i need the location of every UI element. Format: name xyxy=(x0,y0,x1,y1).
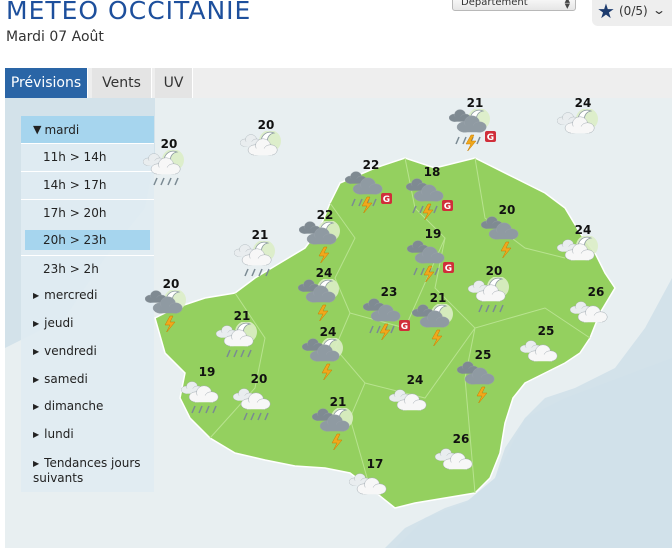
forecast-marker[interactable]: 20 xyxy=(139,137,199,193)
triangle-right-icon: ▶ xyxy=(33,319,40,328)
day-label: samedi xyxy=(44,372,88,386)
day-label: lundi xyxy=(44,427,74,441)
triangle-right-icon: ▶ xyxy=(33,291,40,300)
forecast-marker[interactable]: 22 xyxy=(295,208,355,264)
temperature-label: 21 xyxy=(429,291,447,305)
day-tab-dimanche[interactable]: ▶ dimanche xyxy=(21,399,154,413)
day-tab-lundi[interactable]: ▶ lundi xyxy=(21,427,154,441)
triangle-down-icon: ▼ xyxy=(33,123,42,136)
temperature-label: 17 xyxy=(366,457,384,471)
page-title: METEO OCCITANIE xyxy=(6,0,252,25)
tab-bar: Prévisions Vents UV xyxy=(5,68,672,98)
temperature-label: 20 xyxy=(162,277,180,291)
svg-text:G: G xyxy=(445,264,452,274)
forecast-marker[interactable]: 21 xyxy=(308,395,368,451)
day-label: jeudi xyxy=(44,316,74,330)
page: METEO OCCITANIE Mardi 07 Août Départemen… xyxy=(0,0,672,548)
triangle-right-icon: ▶ xyxy=(33,459,40,468)
forecast-marker[interactable]: 24 xyxy=(298,325,358,381)
forecast-marker[interactable]: 21 xyxy=(408,291,468,347)
temperature-label: 20 xyxy=(498,203,516,217)
day-label: dimanche xyxy=(44,399,104,413)
temperature-label: 24 xyxy=(406,373,424,387)
day-selector-panel: ▼ mardi 11h > 14h 14h > 17h 17h > 20h 20h… xyxy=(21,116,154,492)
temperature-label: 20 xyxy=(485,264,503,278)
triangle-right-icon: ▶ xyxy=(33,402,40,411)
day-label: mardi xyxy=(44,123,80,137)
forecast-date: Mardi 07 Août xyxy=(6,29,104,45)
triangle-right-icon: ▶ xyxy=(33,375,40,384)
forecast-marker[interactable]: 25 xyxy=(453,348,513,404)
svg-text:G: G xyxy=(487,133,494,143)
slot-17h-20h[interactable]: 17h > 20h xyxy=(21,199,154,226)
forecast-marker[interactable]: 18 G xyxy=(402,165,462,221)
forecast-marker[interactable]: 24 xyxy=(385,373,445,429)
forecast-marker[interactable]: 26 xyxy=(431,432,491,488)
temperature-label: 25 xyxy=(474,348,492,362)
temperature-label: 21 xyxy=(466,96,484,110)
tab-uv[interactable]: UV xyxy=(155,68,193,98)
temperature-label: 21 xyxy=(251,228,269,242)
slot-20h-23h[interactable]: 20h > 23h xyxy=(25,230,150,250)
day-tab-vendredi[interactable]: ▶ vendredi xyxy=(21,344,154,358)
svg-text:G: G xyxy=(383,195,390,205)
temperature-label: 24 xyxy=(315,266,333,280)
temperature-label: 22 xyxy=(362,158,380,172)
forecast-marker[interactable]: 24 xyxy=(294,266,354,322)
temperature-label: 24 xyxy=(574,96,592,110)
favorites-count: (0/5) xyxy=(619,4,648,18)
temperature-label: 21 xyxy=(329,395,347,409)
forecast-marker[interactable]: 20 xyxy=(464,264,524,320)
temperature-label: 25 xyxy=(537,324,555,338)
temperature-label: 24 xyxy=(574,223,592,237)
temperature-label: 22 xyxy=(316,208,334,222)
slot-23h-2h[interactable]: 23h > 2h xyxy=(21,255,154,282)
tab-previsions[interactable]: Prévisions xyxy=(5,68,88,98)
forecast-marker[interactable]: 25 xyxy=(516,324,576,380)
temperature-label: 21 xyxy=(233,309,251,323)
forecast-marker[interactable]: 24 xyxy=(553,223,613,279)
day-tab-samedi[interactable]: ▶ samedi xyxy=(21,372,154,386)
day-tab-jeudi[interactable]: ▶ jeudi xyxy=(21,316,154,330)
triangle-right-icon: ▶ xyxy=(33,430,40,439)
day-label: mercredi xyxy=(44,288,98,302)
temperature-label: 24 xyxy=(319,325,337,339)
select-arrows-icon: ▲ ▼ xyxy=(564,0,570,10)
slot-11h-14h[interactable]: 11h > 14h xyxy=(21,143,154,170)
forecast-marker[interactable]: 21 xyxy=(230,228,290,284)
day-tab-mercredi[interactable]: ▶ mercredi xyxy=(21,288,154,302)
star-icon[interactable]: ★ xyxy=(597,0,615,23)
tab-vents[interactable]: Vents xyxy=(92,68,152,98)
temperature-label: 18 xyxy=(423,165,441,179)
day-label: Tendances jours suivants xyxy=(33,456,141,485)
forecast-marker[interactable]: 20 xyxy=(236,118,296,174)
slot-14h-17h[interactable]: 14h > 17h xyxy=(21,171,154,198)
department-select[interactable]: Département ▲ ▼ xyxy=(452,0,576,11)
triangle-right-icon: ▶ xyxy=(33,347,40,356)
chevron-down-icon[interactable]: ⌄ xyxy=(652,3,666,17)
forecast-marker[interactable]: 22 G xyxy=(341,158,401,214)
forecast-marker[interactable]: 19 xyxy=(177,365,237,421)
forecast-marker[interactable]: 21 xyxy=(212,309,272,365)
day-tab-mardi[interactable]: ▼ mardi xyxy=(21,116,154,143)
temperature-label: 20 xyxy=(257,118,275,132)
temperature-label: 20 xyxy=(250,372,268,386)
forecast-marker[interactable]: 17 xyxy=(345,457,405,513)
temperature-label: 19 xyxy=(424,227,442,241)
forecast-marker[interactable]: 20 xyxy=(477,203,537,259)
svg-text:G: G xyxy=(444,202,451,212)
temperature-label: 26 xyxy=(587,285,605,299)
forecast-marker[interactable]: 20 xyxy=(141,277,201,333)
temperature-label: 20 xyxy=(160,137,178,151)
forecast-marker[interactable]: 19 G xyxy=(403,227,463,283)
forecast-marker[interactable]: 21 G xyxy=(445,96,505,152)
forecast-marker[interactable]: 20 xyxy=(229,372,289,428)
temperature-label: 19 xyxy=(198,365,216,379)
department-select-label: Département xyxy=(461,0,528,8)
temperature-label: 26 xyxy=(452,432,470,446)
forecast-marker[interactable]: 24 xyxy=(553,96,613,152)
day-tab-tendances[interactable]: ▶ Tendances jours suivants xyxy=(21,456,149,486)
day-label: vendredi xyxy=(44,344,97,358)
